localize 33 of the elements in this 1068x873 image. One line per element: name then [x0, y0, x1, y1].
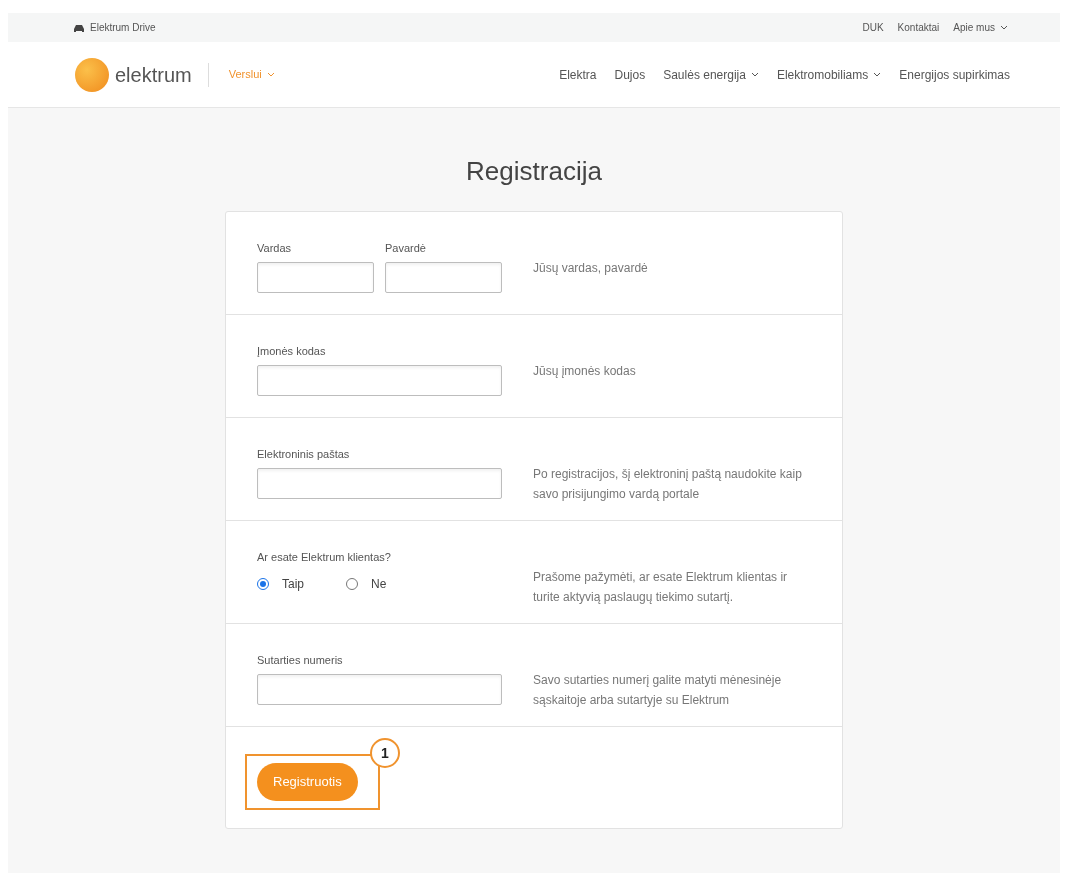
input-field[interactable] [257, 674, 502, 705]
radio-option[interactable]: Taip [257, 575, 304, 593]
radio-option[interactable]: Ne [346, 575, 387, 593]
input-field[interactable] [257, 262, 374, 293]
help-text: Prašome pažymėti, ar esate Elektrum klientas ir turite aktyvią paslaugų tiekimo sutartį. [533, 569, 789, 606]
nav-link[interactable]: Saulės energija [663, 65, 759, 84]
top-link[interactable]: Kontaktai [897, 20, 940, 35]
brand-link[interactable]: Elektrum Drive [90, 20, 156, 35]
field-label: Ar esate Elektrum klientas? [257, 550, 392, 564]
page-title: Registracija [466, 155, 602, 187]
car-icon [73, 22, 85, 33]
nav-link[interactable]: Dujos [614, 65, 646, 84]
help-text: Jūsų įmonės kodas [533, 363, 637, 380]
chevron-down-icon [266, 72, 275, 77]
help-text: Po registracijos, šį elektroninį paštą naudokite kaip savo prisijungimo vardą portale [533, 466, 803, 503]
nav-link[interactable]: Elektromobiliams [776, 65, 882, 84]
input-field[interactable] [257, 365, 502, 396]
field-label: Elektroninis paštas [257, 447, 351, 461]
top-link[interactable]: Apie mus [953, 20, 1008, 35]
field-label: Įmonės kodas [257, 344, 327, 358]
top-link[interactable]: DUK [862, 20, 884, 35]
nav-link[interactable]: Energijos supirkimas [899, 65, 1010, 84]
callout-number: 1 [370, 738, 400, 768]
logo-icon [75, 57, 109, 92]
field-label: Sutarties numeris [257, 653, 344, 667]
field-label: Vardas [257, 241, 293, 255]
input-field[interactable] [385, 262, 502, 293]
help-text: Jūsų vardas, pavardė [533, 260, 649, 277]
help-text: Savo sutarties numerį galite matyti mėnesinėje sąskaitoje arba sutartyje su Elektrum [533, 672, 783, 709]
input-field[interactable] [257, 468, 502, 499]
nav-link[interactable]: Elektra [559, 65, 597, 84]
logo-text: elektrum [115, 62, 192, 88]
field-label: Pavardė [385, 241, 427, 255]
